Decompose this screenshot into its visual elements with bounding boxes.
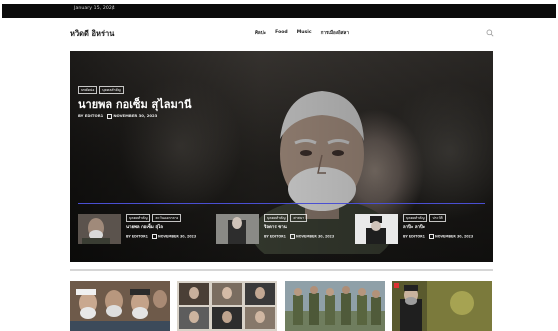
- card-date: NOVEMBER 30, 2023: [157, 234, 197, 239]
- nav-item-art[interactable]: ศิลปะ: [255, 30, 266, 37]
- hero-tag[interactable]: บุคคลสำคัญ: [99, 86, 124, 94]
- card-thumbnail-image: [78, 214, 121, 244]
- card-author[interactable]: BY EDITOR1: [126, 235, 148, 239]
- card-tag[interactable]: บุคคลสำคัญ: [264, 214, 289, 222]
- article-photo-collage[interactable]: [177, 281, 277, 331]
- article-photo-group-elders[interactable]: [70, 281, 170, 331]
- calendar-icon: [151, 234, 157, 239]
- article-photo-soldiers[interactable]: [285, 281, 385, 331]
- card-tag[interactable]: ประวัติ: [429, 214, 446, 222]
- hero-tag[interactable]: บทคัดย่อ: [78, 86, 98, 94]
- card-tag[interactable]: บุคคลสำคัญ: [403, 214, 428, 222]
- card-tag[interactable]: บุคคลสำคัญ: [126, 214, 151, 222]
- hero-card[interactable]: บุคคลสำคัญ ศาสนา ริลดาร ซาน BY EDITOR1 NO…: [216, 214, 334, 244]
- hero-date: NOVEMBER 30, 2023: [113, 113, 158, 118]
- nav-item-politics[interactable]: การเมืองอิสลา: [321, 30, 349, 37]
- topbar-separator: |: [112, 6, 114, 11]
- search-icon[interactable]: [486, 29, 494, 37]
- hero-title[interactable]: นายพล กอเซ็ม สุไลมานี: [78, 95, 191, 113]
- card-date: NOVEMBER 30, 2023: [295, 234, 335, 239]
- card-thumbnail-image: [216, 214, 259, 244]
- hero-author[interactable]: BY EDITOR1: [78, 113, 103, 118]
- card-title[interactable]: นายพล กอเซ็ม สุไล: [126, 223, 163, 230]
- current-date: January 15, 2024: [74, 6, 115, 11]
- hero-divider: [78, 203, 485, 204]
- top-bar: January 15, 2024 |: [2, 4, 556, 18]
- nav-item-food[interactable]: Food: [275, 30, 288, 37]
- site-header: หวิดดี อิหร่าน ศิลปะ Food Music การเมือง…: [0, 18, 558, 50]
- featured-hero[interactable]: บทคัดย่อ บุคคลสำคัญ นายพล กอเซ็ม สุไลมาน…: [70, 51, 493, 262]
- card-meta: BY EDITOR1 NOVEMBER 30, 2023: [264, 234, 334, 239]
- card-date: NOVEMBER 30, 2023: [434, 234, 474, 239]
- card-title[interactable]: ลาปีะ ลาปีะ: [403, 223, 425, 230]
- card-tag[interactable]: ตะวันออกกลาง: [152, 214, 182, 222]
- card-thumbnail-image: [355, 214, 398, 244]
- article-photo-cleric-shrine[interactable]: [392, 281, 492, 331]
- card-meta: BY EDITOR1 NOVEMBER 30, 2023: [126, 234, 196, 239]
- card-author[interactable]: BY EDITOR1: [264, 235, 286, 239]
- nav-item-music[interactable]: Music: [297, 30, 312, 37]
- main-nav: ศิลปะ Food Music การเมืองอิสลา: [255, 30, 349, 37]
- site-logo[interactable]: หวิดดี อิหร่าน: [70, 28, 114, 40]
- calendar-icon: [428, 234, 434, 239]
- card-author[interactable]: BY EDITOR1: [403, 235, 425, 239]
- calendar-icon: [107, 113, 113, 119]
- hero-card[interactable]: บุคคลสำคัญ ประวัติ ลาปีะ ลาปีะ BY EDITOR…: [355, 214, 473, 244]
- card-meta: BY EDITOR1 NOVEMBER 30, 2023: [403, 234, 473, 239]
- card-title[interactable]: ริลดาร ซาน: [264, 223, 287, 230]
- hero-meta: BY EDITOR1 NOVEMBER 30, 2023: [78, 113, 157, 119]
- card-tag[interactable]: ศาสนา: [290, 214, 308, 222]
- hero-card[interactable]: บุคคลสำคัญ ตะวันออกกลาง นายพล กอเซ็ม สุไ…: [78, 214, 196, 244]
- section-divider: [70, 269, 493, 271]
- calendar-icon: [289, 234, 295, 239]
- hero-tags: บทคัดย่อ บุคคลสำคัญ: [78, 86, 124, 94]
